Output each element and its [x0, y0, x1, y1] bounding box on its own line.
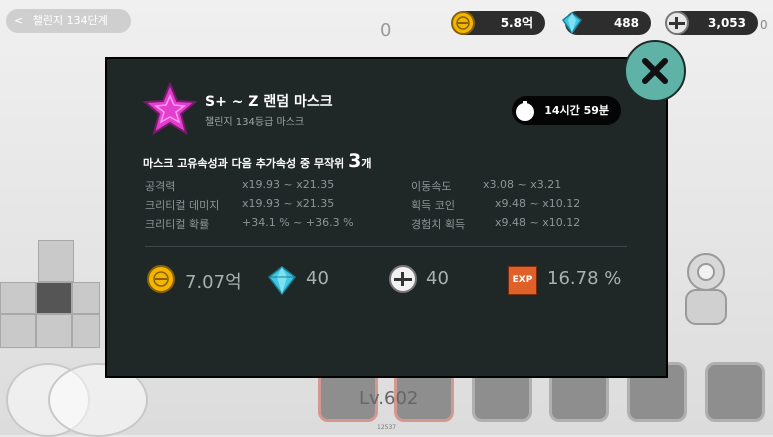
- gem-icon: [561, 12, 583, 35]
- player-level: Lv.602: [359, 388, 419, 409]
- reward-exp: 16.78 %: [547, 268, 622, 289]
- reward-bolts: 40: [426, 268, 449, 289]
- background-character: [685, 253, 727, 325]
- stat-label: 공격력: [145, 180, 176, 193]
- gold-counter[interactable]: 5.8억: [451, 11, 545, 35]
- skill-slot-6[interactable]: [705, 362, 765, 422]
- side-counter: 0: [760, 18, 768, 32]
- reward-gold: 7.07억: [185, 272, 242, 293]
- bolt-counter[interactable]: 3,053: [665, 11, 758, 35]
- close-icon: [642, 58, 668, 84]
- center-counter: 0: [380, 20, 392, 41]
- star-icon: [143, 82, 197, 136]
- bolt-icon: [665, 11, 689, 35]
- stage-label: 챌린지 134단계: [32, 14, 108, 27]
- desc-suffix: 개: [361, 157, 372, 170]
- reward-gems: 40: [306, 268, 329, 289]
- stat-value: x3.08 ~ x3.21: [483, 178, 562, 191]
- stat-value: x19.93 ~ x21.35: [242, 178, 335, 191]
- tiny-number: 12537: [377, 424, 397, 431]
- stat-value: x19.93 ~ x21.35: [242, 197, 335, 210]
- stat-label: 크리티컬 확률: [145, 218, 210, 231]
- gem-value: 488: [613, 16, 639, 30]
- timer-text: 14시간 59분: [544, 104, 609, 117]
- desc-count: 3: [348, 150, 362, 172]
- stat-value: x9.48 ~ x10.12: [495, 216, 581, 229]
- top-bar: < 챌린지 134단계 0 5.8억 488 3,053 0: [0, 0, 773, 44]
- clock-icon: [516, 101, 534, 121]
- bolt-value: 3,053: [708, 16, 746, 30]
- close-button[interactable]: [624, 40, 686, 102]
- stat-value: +34.1 % ~ +36.3 %: [242, 216, 354, 229]
- stat-label: 이동속도: [411, 180, 452, 193]
- desc-prefix: 마스크 고유속성과 다음 추가속성 중 무작위: [143, 157, 349, 170]
- attribute-description: 마스크 고유속성과 다음 추가속성 중 무작위 3개: [143, 150, 372, 172]
- divider: [145, 246, 627, 247]
- background-blocks: [0, 240, 100, 350]
- stat-label: 경험치 획득: [411, 218, 466, 231]
- back-button[interactable]: < 챌린지 134단계: [6, 9, 131, 33]
- bolt-icon: [389, 265, 417, 293]
- stat-label: 획득 코인: [411, 199, 455, 212]
- chevron-left-icon: <: [14, 14, 24, 27]
- exp-icon: EXP: [508, 266, 537, 295]
- gold-coin-icon: [451, 11, 475, 35]
- timer-badge: 14시간 59분: [512, 96, 621, 125]
- stat-value: x9.48 ~ x10.12: [495, 197, 581, 210]
- stat-label: 크리티컬 데미지: [145, 199, 220, 212]
- gold-coin-icon: [147, 265, 175, 293]
- gold-value: 5.8억: [500, 16, 533, 30]
- dialog-subtitle: 챌린지 134등급 마스크: [205, 117, 305, 128]
- gem-counter[interactable]: 488: [561, 11, 651, 35]
- dialog-title: S+ ~ Z 랜덤 마스크: [205, 94, 333, 110]
- gem-icon: [267, 266, 297, 296]
